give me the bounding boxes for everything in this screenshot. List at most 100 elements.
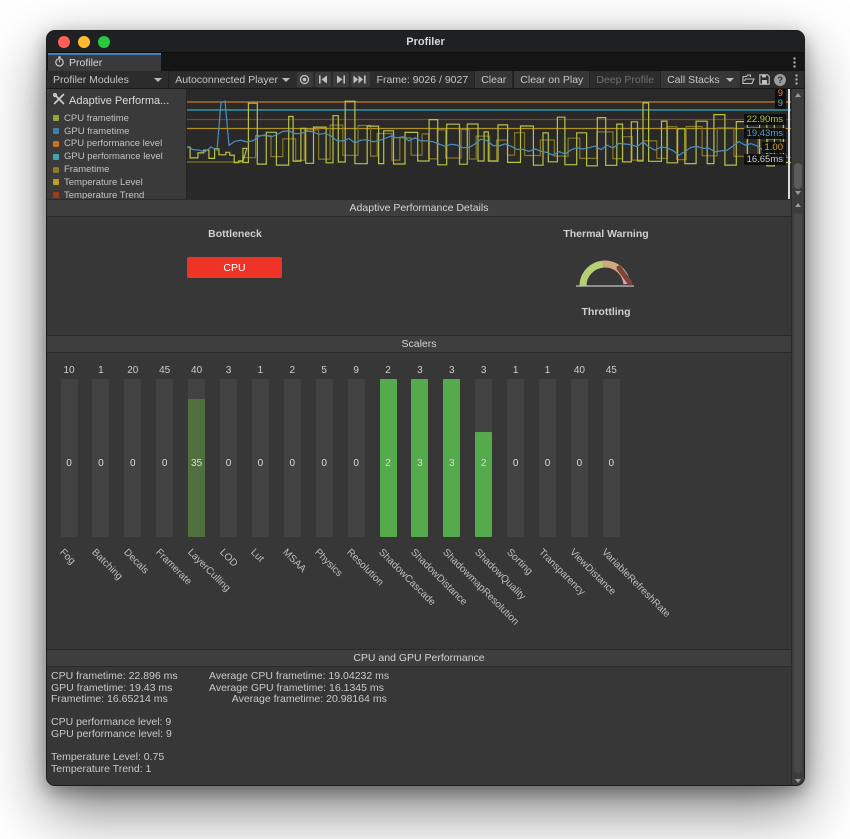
scaler-max-value: 1: [247, 365, 273, 376]
legend-item[interactable]: GPU frametime: [53, 125, 186, 138]
scaler-current-value: 0: [343, 458, 369, 469]
tab-label: Profiler: [69, 57, 102, 69]
legend-item[interactable]: GPU performance level: [53, 150, 186, 163]
toolbar-more-menu[interactable]: [788, 71, 804, 88]
scaler-current-value: 0: [598, 458, 624, 469]
scaler-current-value: 0: [535, 458, 561, 469]
target-selector-label: Autoconnected Player: [175, 74, 278, 86]
legend-color-chip: [53, 115, 59, 121]
frame-chart[interactable]: 9922.90ms19.43ms1.0016.65ms: [187, 89, 791, 199]
scaler-current-value: 0: [311, 458, 337, 469]
call-stacks-dropdown[interactable]: Call Stacks: [660, 71, 741, 88]
traffic-lights: [58, 36, 110, 48]
legend-color-chip: [53, 179, 59, 185]
stat-line: CPU frametime: 22.896 ms: [51, 671, 178, 683]
tab-row-more-menu[interactable]: [787, 55, 801, 69]
profiler-toolbar: Profiler Modules Autoconnected Player Fr…: [47, 71, 804, 89]
legend-label: Temperature Trend: [64, 190, 144, 199]
target-selector-dropdown[interactable]: Autoconnected Player: [169, 71, 296, 88]
module-scrollbar-thumb[interactable]: [794, 163, 802, 189]
scaler-current-value: 0: [152, 458, 178, 469]
scaler-name-label: ShadowDistance: [408, 547, 469, 608]
profiler-modules-dropdown[interactable]: Profiler Modules: [47, 71, 168, 88]
clear-button[interactable]: Clear: [474, 71, 513, 88]
legend-item[interactable]: Temperature Level: [53, 176, 186, 189]
legend-label: Temperature Level: [64, 177, 143, 188]
tools-icon: [53, 93, 65, 108]
previous-frame-button[interactable]: [315, 72, 331, 87]
legend-color-chip: [53, 128, 59, 134]
legend-item[interactable]: Temperature Trend: [53, 189, 186, 199]
details-scrollbar[interactable]: [791, 199, 804, 786]
current-frame-indicator: [788, 89, 790, 199]
scaler-current-value: 0: [566, 458, 592, 469]
load-profile-icon[interactable]: [741, 71, 757, 88]
legend-item[interactable]: CPU performance level: [53, 138, 186, 151]
save-profile-icon[interactable]: [756, 71, 772, 88]
scaler-bar-fill: [475, 432, 492, 537]
legend-item[interactable]: Frametime: [53, 163, 186, 176]
scaler-max-value: 45: [598, 365, 624, 376]
chart-value-badge: 16.65ms: [744, 154, 786, 165]
stat-line: Frametime: 16.65214 ms: [51, 694, 178, 706]
thermal-gauge: [573, 252, 637, 294]
scroll-up-icon[interactable]: [795, 203, 801, 207]
legend-item[interactable]: CPU frametime: [53, 112, 186, 125]
performance-header: CPU and GPU Performance: [47, 649, 791, 667]
close-window-button[interactable]: [58, 36, 70, 48]
stat-line: Temperature Level: 0.75: [51, 752, 178, 764]
stat-line: Temperature Trend: 1: [51, 764, 178, 776]
scaler-name-label: Fog: [57, 547, 77, 567]
zoom-window-button[interactable]: [98, 36, 110, 48]
scroll-up-icon[interactable]: [795, 93, 801, 97]
scaler-max-value: 1: [535, 365, 561, 376]
throttling-label: Throttling: [556, 306, 656, 318]
legend-color-chip: [53, 167, 59, 173]
scaler-max-value: 5: [311, 365, 337, 376]
scaler-current-value: 0: [503, 458, 529, 469]
details-pane: Adaptive Performance Details Bottleneck …: [47, 199, 804, 786]
legend-label: GPU frametime: [64, 126, 129, 137]
tab-profiler[interactable]: Profiler: [48, 53, 161, 71]
record-button[interactable]: [297, 72, 313, 87]
profiler-window: Profiler Profiler Profiler Modules Autoc…: [46, 30, 805, 786]
scaler-max-value: 2: [375, 365, 401, 376]
scaler-current-value: 3: [407, 458, 433, 469]
scaler-max-value: 3: [407, 365, 433, 376]
legend-list: CPU frametime GPU frametimeCPU performanc…: [53, 112, 186, 199]
scaler-current-value: 0: [279, 458, 305, 469]
stat-line: GPU performance level: 9: [51, 729, 178, 741]
scaler-current-value: 35: [184, 458, 210, 469]
scaler-current-value: 2: [375, 458, 401, 469]
clear-on-play-button[interactable]: Clear on Play: [513, 71, 590, 88]
current-frame-button[interactable]: [351, 72, 370, 87]
chevron-down-icon: [154, 78, 162, 82]
details-scrollbar-thumb[interactable]: [794, 213, 802, 773]
legend-color-chip: [53, 192, 59, 198]
scroll-down-icon[interactable]: [795, 779, 801, 783]
module-title: Adaptive Performa...: [69, 95, 169, 107]
scaler-max-value: 1: [88, 365, 114, 376]
bottleneck-label: Bottleneck: [185, 228, 285, 240]
scaler-name-label: Batching: [89, 547, 124, 582]
scaler-max-value: 2: [279, 365, 305, 376]
legend-label: CPU frametime: [64, 113, 129, 124]
scaler-max-value: 20: [120, 365, 146, 376]
chart-value-badge: 19.43ms: [744, 128, 786, 139]
scaler-current-value: 0: [247, 458, 273, 469]
stat-line: Average CPU frametime: 19.04232 ms: [209, 671, 389, 683]
scaler-current-value: 0: [56, 458, 82, 469]
scaler-name-label: Sorting: [504, 547, 534, 577]
chart-value-badge: 9: [775, 98, 786, 109]
legend-color-chip: [53, 141, 59, 147]
next-frame-button[interactable]: [333, 72, 349, 87]
chevron-down-icon: [282, 78, 290, 82]
scroll-down-icon[interactable]: [795, 191, 801, 195]
scaler-current-value: 2: [471, 458, 497, 469]
performance-stats-left: CPU frametime: 22.896 msGPU frametime: 1…: [51, 671, 178, 775]
scaler-current-value: 0: [216, 458, 242, 469]
bottleneck-value-badge: CPU: [187, 257, 282, 278]
module-scrollbar[interactable]: [791, 89, 804, 199]
minimize-window-button[interactable]: [78, 36, 90, 48]
help-icon[interactable]: ?: [772, 71, 788, 88]
